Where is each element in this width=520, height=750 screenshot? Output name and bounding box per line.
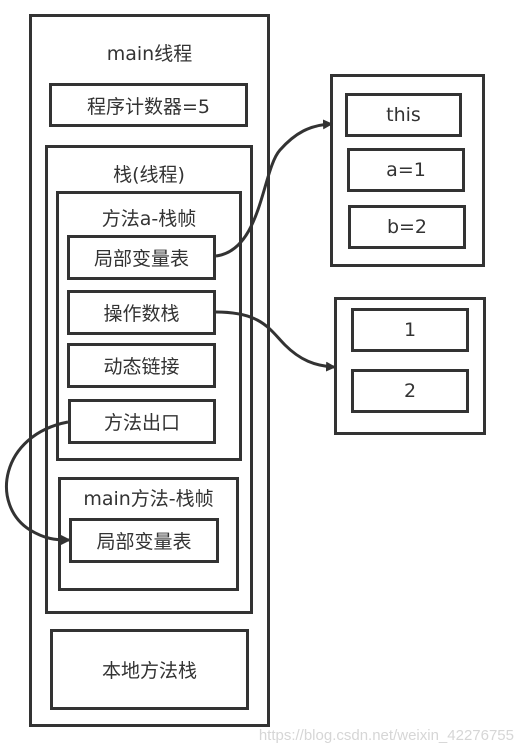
native-method-stack-box: 本地方法栈 — [50, 629, 249, 710]
watermark: https://blog.csdn.net/weixin_42276755 — [258, 727, 514, 744]
frame-a-operand-stack-label: 操作数栈 — [103, 303, 180, 325]
local-var-a-label: a=1 — [386, 159, 426, 181]
frame-a-operand-stack: 操作数栈 — [67, 290, 216, 335]
frame-a-local-vars-label: 局部变量表 — [93, 248, 189, 270]
main-thread-title: main线程 — [106, 43, 193, 65]
operand-item-2: 2 — [351, 369, 469, 413]
operand-item-1: 1 — [351, 308, 469, 352]
frame-main-local-vars-label: 局部变量表 — [96, 531, 192, 553]
local-var-a: a=1 — [347, 148, 465, 192]
local-var-this-label: this — [386, 104, 421, 126]
frame-main-title: main方法-栈帧 — [83, 488, 214, 510]
frame-a-method-exit-label: 方法出口 — [103, 412, 180, 434]
program-counter-box: 程序计数器=5 — [49, 83, 248, 127]
frame-a-dynamic-link-label: 动态链接 — [103, 356, 180, 378]
frame-a-local-vars: 局部变量表 — [67, 235, 216, 280]
frame-a-title: 方法a-栈帧 — [101, 208, 197, 230]
operand-item-1-label: 1 — [403, 319, 417, 341]
native-method-stack-label: 本地方法栈 — [101, 660, 197, 682]
local-var-b: b=2 — [348, 205, 466, 249]
stack-title: 栈(线程) — [113, 164, 185, 186]
operand-item-2-label: 2 — [403, 380, 417, 402]
local-var-this: this — [345, 93, 462, 137]
local-var-b-label: b=2 — [386, 216, 428, 238]
frame-a-dynamic-link: 动态链接 — [67, 343, 216, 388]
frame-a-method-exit: 方法出口 — [68, 399, 216, 444]
frame-main-local-vars: 局部变量表 — [69, 518, 219, 563]
program-counter-label: 程序计数器=5 — [86, 95, 210, 118]
